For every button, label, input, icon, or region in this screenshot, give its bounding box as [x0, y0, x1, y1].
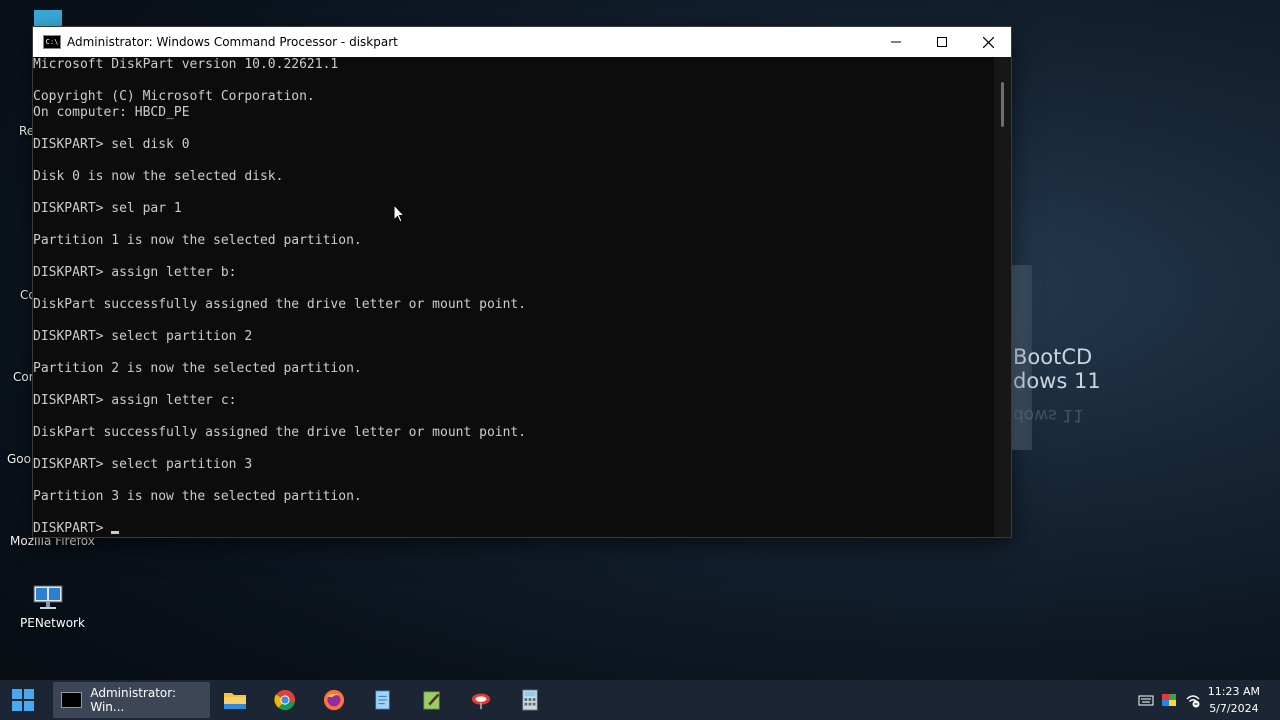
- recycle-bin-icon[interactable]: [34, 10, 62, 28]
- console-line: Partition 2 is now the selected partitio…: [33, 361, 362, 376]
- file-explorer-icon[interactable]: [223, 689, 247, 711]
- vertical-scrollbar[interactable]: [994, 57, 1011, 537]
- console-line: DISKPART> assign letter b:: [33, 265, 237, 280]
- penetwork-desktop-label[interactable]: PENetwork: [20, 616, 85, 630]
- text-cursor: [111, 531, 120, 534]
- clock-time: 11:23 AM: [1207, 685, 1260, 698]
- penetwork-desktop-icon[interactable]: [33, 584, 63, 616]
- clock-date: 5/7/2024: [1209, 702, 1259, 715]
- minimize-icon: [891, 41, 901, 43]
- mouse-pointer-icon: [393, 204, 405, 223]
- network-disconnected-tray-icon[interactable]: [1185, 692, 1201, 708]
- cmd-icon: [61, 692, 83, 708]
- calculator-icon[interactable]: [518, 689, 542, 711]
- scrollbar-thumb[interactable]: [1001, 82, 1004, 127]
- console-output[interactable]: Microsoft DiskPart version 10.0.22621.1 C…: [33, 57, 994, 537]
- wallpaper-brand-reflection: dows 11: [1013, 405, 1084, 425]
- start-icon[interactable]: [12, 689, 34, 711]
- console-line: DISKPART> sel par 1: [33, 201, 182, 216]
- network-monitor-icon: [33, 585, 63, 609]
- cmd-icon: C:\: [43, 35, 61, 49]
- console-line: Microsoft DiskPart version 10.0.22621.1: [33, 57, 339, 72]
- console-line: DISKPART> select partition 3: [33, 457, 253, 472]
- console-line: DiskPart successfully assigned the drive…: [33, 297, 527, 312]
- window-titlebar[interactable]: C:\ Administrator: Windows Command Proce…: [33, 27, 1011, 57]
- desktop-label-partial: Re: [19, 124, 35, 138]
- maximize-button[interactable]: [919, 27, 965, 57]
- console-line: DISKPART> select partition 2: [33, 329, 253, 344]
- taskbar: Administrator: Win... 11:23 AM 5/7/2024: [0, 680, 1280, 720]
- display-tray-icon[interactable]: [1161, 692, 1177, 708]
- close-icon: [982, 36, 994, 48]
- system-clock[interactable]: 11:23 AM 5/7/2024: [1208, 683, 1260, 717]
- command-prompt-window[interactable]: C:\ Administrator: Windows Command Proce…: [33, 27, 1011, 537]
- notepad-icon[interactable]: [371, 689, 395, 711]
- desktop-label-partial: Goo: [7, 452, 31, 466]
- console-line: Disk 0 is now the selected disk.: [33, 169, 284, 184]
- minimize-button[interactable]: [873, 27, 919, 57]
- chrome-icon[interactable]: [273, 689, 297, 711]
- keyboard-tray-icon[interactable]: [1138, 692, 1154, 708]
- console-line: Copyright (C) Microsoft Corporation.: [33, 89, 315, 104]
- console-line: DISKPART> assign letter c:: [33, 393, 237, 408]
- console-line: DISKPART>: [33, 521, 994, 537]
- console-line: On computer: HBCD_PE: [33, 105, 190, 120]
- console-line: DiskPart successfully assigned the drive…: [33, 425, 527, 440]
- maximize-icon: [937, 37, 947, 47]
- taskbar-command-prompt[interactable]: Administrator: Win...: [53, 682, 210, 718]
- console-line: Partition 1 is now the selected partitio…: [33, 233, 362, 248]
- taskbar-app-label: Administrator: Win...: [90, 686, 177, 714]
- window-title: Administrator: Windows Command Processor…: [67, 35, 398, 49]
- network-tool-icon[interactable]: [469, 689, 493, 711]
- wallpaper-brand-text: BootCD dows 11: [1013, 345, 1101, 393]
- notepadpp-icon[interactable]: [420, 689, 444, 711]
- firefox-icon[interactable]: [322, 689, 346, 711]
- console-line: Partition 3 is now the selected partitio…: [33, 489, 362, 504]
- close-button[interactable]: [965, 27, 1011, 57]
- console-line: DISKPART> sel disk 0: [33, 137, 190, 152]
